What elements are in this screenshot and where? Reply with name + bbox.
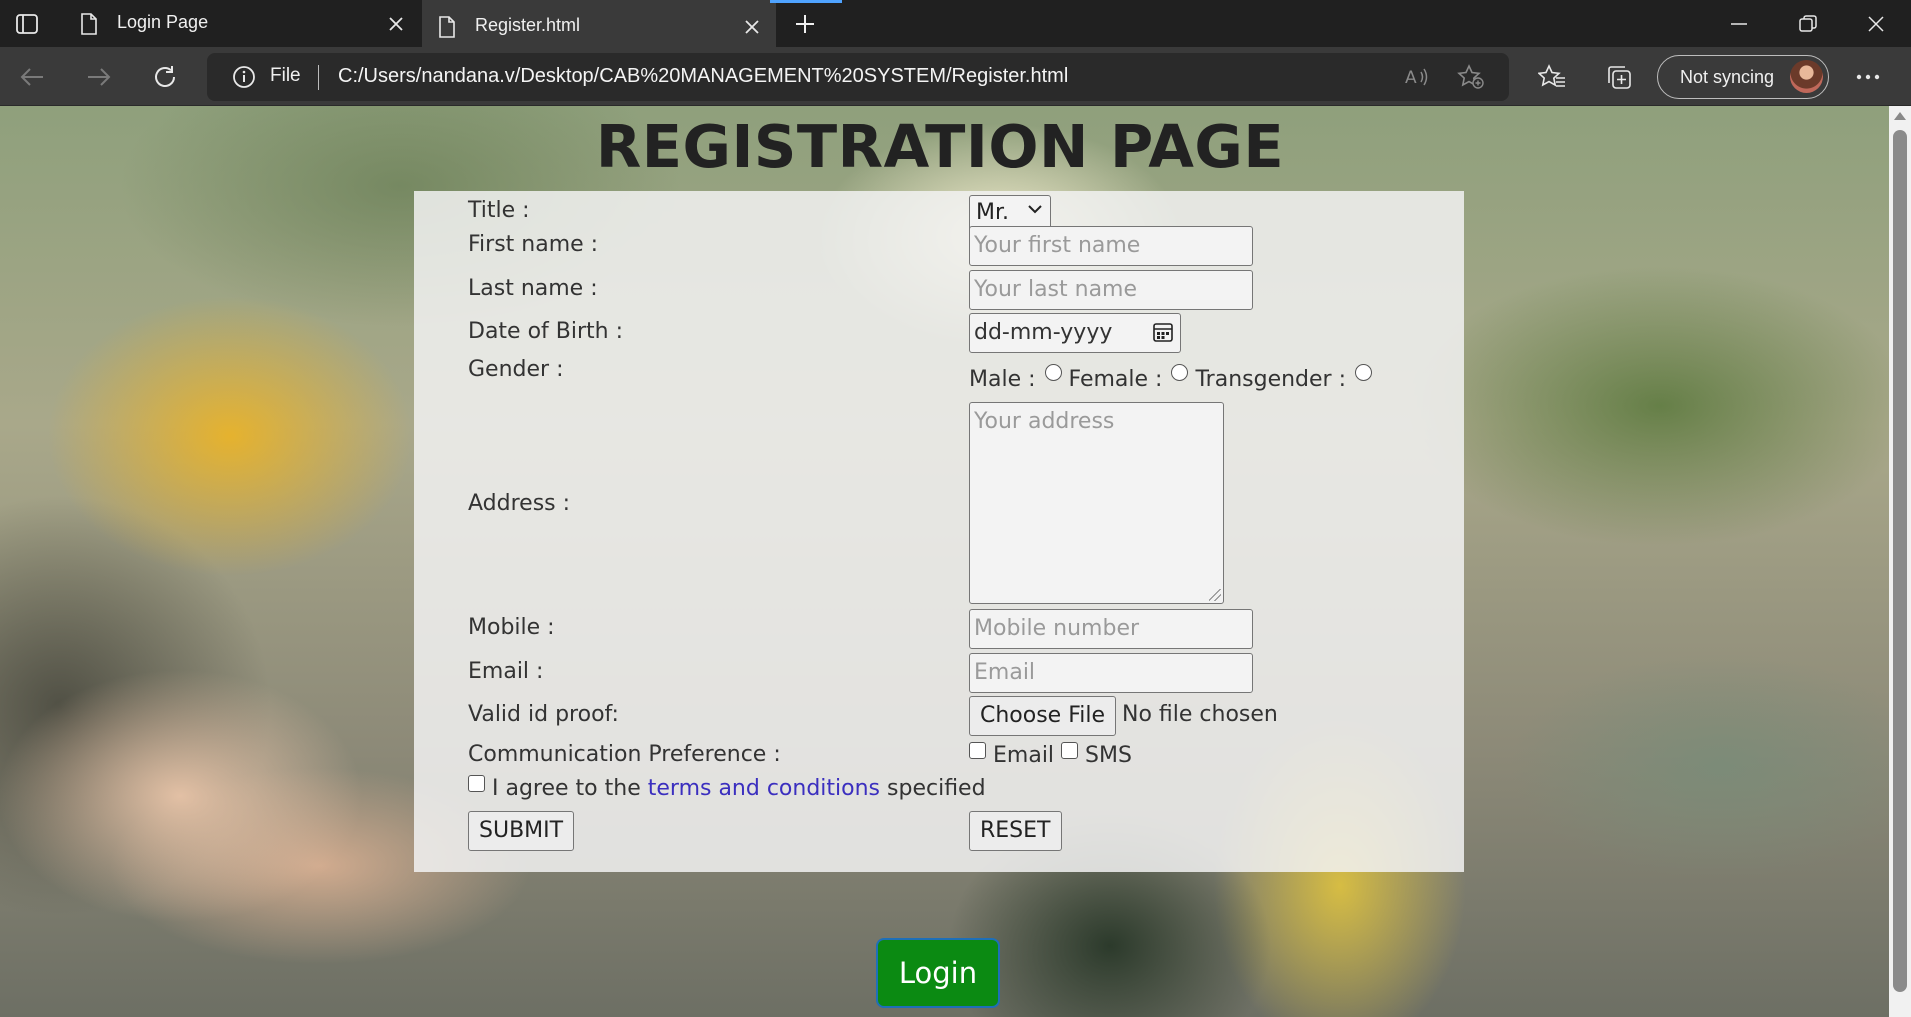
avatar bbox=[1790, 60, 1823, 93]
restore-icon[interactable] bbox=[1773, 0, 1843, 47]
mobile-input[interactable]: Mobile number bbox=[969, 609, 1253, 649]
new-tab-plus-icon[interactable] bbox=[785, 10, 825, 38]
address-label: Address : bbox=[468, 491, 571, 516]
page-icon bbox=[438, 16, 456, 43]
terms-link[interactable]: terms and conditions bbox=[648, 776, 880, 801]
last-name-placeholder: Your last name bbox=[974, 277, 1138, 302]
address-placeholder: Your address bbox=[974, 409, 1115, 434]
mobile-label: Mobile : bbox=[468, 615, 555, 640]
gender-radio-group: Male : Female : Transgender : bbox=[969, 364, 1372, 392]
no-file-chosen-text: No file chosen bbox=[1122, 702, 1278, 727]
agree-suffix: specified bbox=[887, 776, 986, 801]
resize-handle-icon[interactable] bbox=[1209, 589, 1221, 601]
tab-register[interactable]: Register.html bbox=[422, 0, 776, 47]
last-name-input[interactable]: Your last name bbox=[969, 270, 1253, 310]
tab-title: Register.html bbox=[475, 15, 581, 35]
page-viewport: REGISTRATION PAGE Title : Mr. First name… bbox=[0, 106, 1911, 1017]
scroll-up-icon[interactable] bbox=[1894, 112, 1906, 120]
chevron-down-icon bbox=[1028, 202, 1042, 218]
email-pref-label: Email bbox=[993, 743, 1055, 768]
scrollbar-thumb[interactable] bbox=[1893, 130, 1907, 992]
first-name-input[interactable]: Your first name bbox=[969, 226, 1253, 266]
more-options-icon[interactable] bbox=[1848, 57, 1888, 97]
dob-input[interactable]: dd-mm-yyyy bbox=[969, 313, 1181, 353]
gender-option-male: Male : bbox=[969, 367, 1036, 392]
url-text[interactable]: C:/Users/nandana.v/Desktop/CAB%20MANAGEM… bbox=[338, 65, 1068, 88]
dob-placeholder: dd-mm-yyyy bbox=[974, 320, 1113, 345]
choose-file-button[interactable]: Choose File bbox=[969, 696, 1117, 736]
profile-label: Not syncing bbox=[1680, 67, 1775, 87]
terms-agreement: I agree to the terms and conditions spec… bbox=[468, 775, 986, 801]
add-favorite-icon[interactable] bbox=[1455, 63, 1487, 91]
address-textarea[interactable]: Your address bbox=[969, 402, 1224, 604]
back-arrow-icon[interactable] bbox=[12, 57, 52, 97]
profile-button[interactable]: Not syncing bbox=[1657, 55, 1829, 99]
tab-login-page[interactable]: Login Page bbox=[64, 0, 420, 47]
comm-pref-label: Communication Preference : bbox=[468, 742, 781, 767]
calendar-icon[interactable] bbox=[1152, 321, 1174, 349]
window-close-icon[interactable] bbox=[1841, 0, 1911, 47]
close-icon[interactable] bbox=[386, 14, 406, 34]
email-placeholder: Email bbox=[974, 660, 1036, 685]
agree-prefix: I agree to the bbox=[492, 776, 641, 801]
page-scrollbar[interactable] bbox=[1889, 106, 1911, 1017]
address-separator bbox=[318, 65, 319, 90]
favorites-icon[interactable] bbox=[1532, 57, 1572, 97]
terms-checkbox[interactable] bbox=[468, 775, 485, 792]
collections-icon[interactable] bbox=[1599, 57, 1639, 97]
address-bar[interactable]: File C:/Users/nandana.v/Desktop/CAB%20MA… bbox=[207, 53, 1509, 101]
read-aloud-icon[interactable]: A bbox=[1401, 63, 1433, 91]
transgender-radio[interactable] bbox=[1355, 364, 1372, 381]
scheme-label: File bbox=[270, 65, 301, 86]
comm-pref-group: Email SMS bbox=[969, 742, 1132, 768]
tab-title: Login Page bbox=[117, 12, 209, 32]
title-select-value: Mr. bbox=[976, 200, 1009, 225]
close-icon[interactable] bbox=[742, 17, 762, 37]
id-proof-label: Valid id proof: bbox=[468, 702, 619, 727]
forward-arrow-icon[interactable] bbox=[79, 57, 119, 97]
email-pref-checkbox[interactable] bbox=[969, 742, 986, 759]
submit-button[interactable]: SUBMIT bbox=[468, 811, 575, 851]
info-icon[interactable] bbox=[232, 65, 256, 93]
email-input[interactable]: Email bbox=[969, 653, 1253, 693]
tab-loading-indicator bbox=[770, 0, 842, 3]
title-label: Title : bbox=[468, 198, 530, 223]
first-name-placeholder: Your first name bbox=[974, 233, 1141, 258]
svg-text:A: A bbox=[1405, 68, 1417, 88]
email-label: Email : bbox=[468, 659, 544, 684]
sms-pref-checkbox[interactable] bbox=[1061, 742, 1079, 759]
page-icon bbox=[80, 13, 98, 40]
first-name-label: First name : bbox=[468, 232, 599, 257]
tab-actions-icon[interactable] bbox=[10, 10, 44, 38]
last-name-label: Last name : bbox=[468, 276, 598, 301]
page-title: REGISTRATION PAGE bbox=[595, 112, 1285, 181]
tab-bar: Login Page Register.html bbox=[0, 0, 1911, 47]
login-button[interactable]: Login bbox=[876, 938, 1000, 1008]
registration-form: Title : Mr. First name : Your first name… bbox=[414, 191, 1464, 872]
reset-button[interactable]: RESET bbox=[969, 811, 1062, 851]
gender-label: Gender : bbox=[468, 357, 564, 382]
dob-label: Date of Birth : bbox=[468, 319, 623, 344]
gender-option-transgender: Transgender : bbox=[1195, 367, 1346, 392]
browser-toolbar: File C:/Users/nandana.v/Desktop/CAB%20MA… bbox=[0, 47, 1911, 106]
mobile-placeholder: Mobile number bbox=[974, 616, 1140, 641]
refresh-icon[interactable] bbox=[145, 57, 185, 97]
male-radio[interactable] bbox=[1044, 364, 1062, 381]
female-radio[interactable] bbox=[1171, 364, 1189, 381]
gender-option-female: Female : bbox=[1068, 367, 1163, 392]
minimize-icon[interactable] bbox=[1704, 0, 1774, 47]
sms-pref-label: SMS bbox=[1085, 743, 1132, 768]
